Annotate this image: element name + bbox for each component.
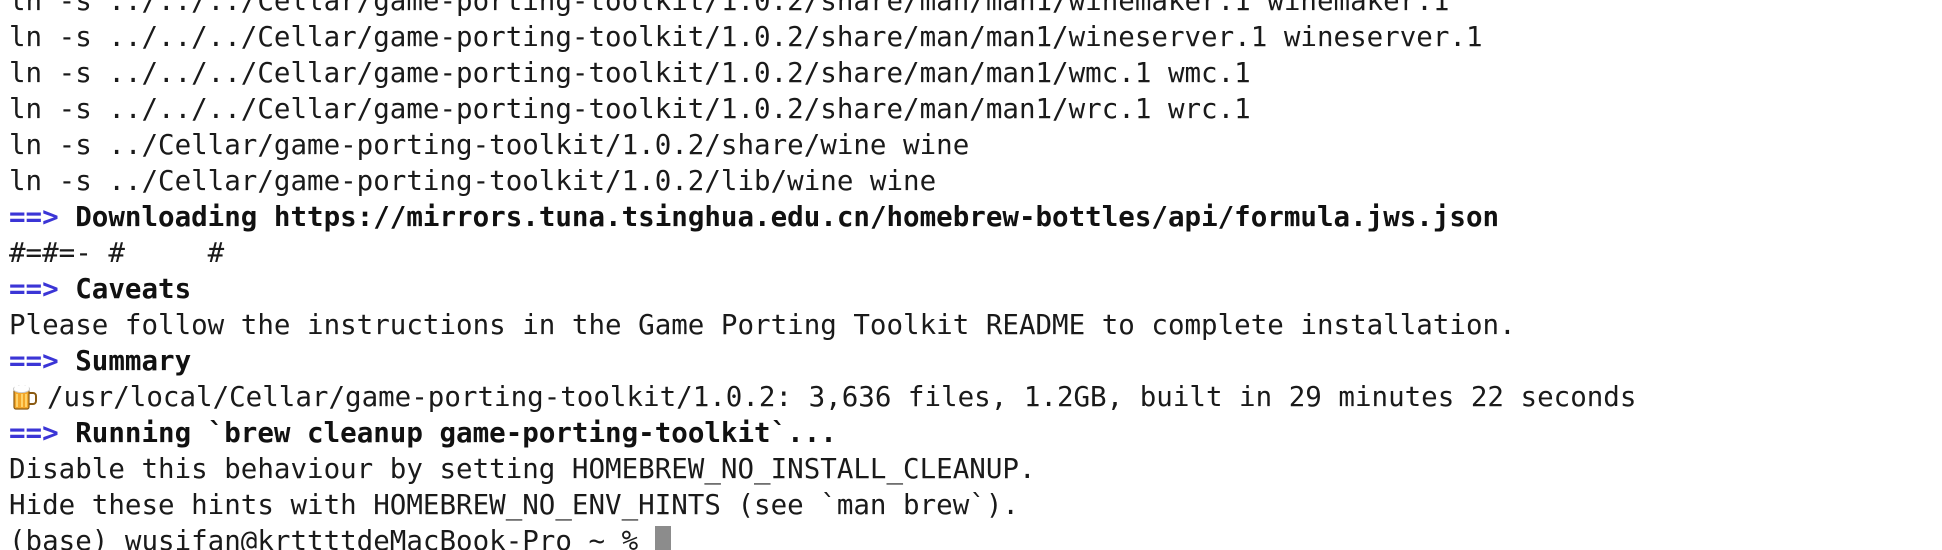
terminal-line-symlink-wrc: ln -s ../../../Cellar/game-porting-toolk… — [9, 93, 1251, 125]
summary-heading: Summary — [75, 345, 192, 377]
terminal-line-caveats-text: Please follow the instructions in the Ga… — [9, 309, 1516, 341]
terminal-line-summary-text: /usr/local/Cellar/game-porting-toolkit/1… — [9, 379, 1939, 415]
downloading-message: Downloading https://mirrors.tuna.tsinghu… — [75, 201, 1500, 233]
caveats-heading: Caveats — [75, 273, 192, 305]
terminal-line-symlink-lib-wine: ln -s ../Cellar/game-porting-toolkit/1.0… — [9, 165, 937, 197]
summary-message: /usr/local/Cellar/game-porting-toolkit/1… — [47, 381, 1637, 413]
arrow-marker: ==> — [9, 201, 59, 233]
terminal-line-symlink-wmc: ln -s ../../../Cellar/game-porting-toolk… — [9, 57, 1251, 89]
terminal-output: ln -s ../../../Cellar/game-porting-toolk… — [9, 0, 1939, 550]
shell-prompt: (base) wusifan@krttttdeMacBook-Pro ~ % — [9, 525, 655, 550]
terminal-line-cleanup-hint: Disable this behaviour by setting HOMEBR… — [9, 453, 1036, 485]
terminal-line-downloading: ==> Downloading https://mirrors.tuna.tsi… — [9, 199, 1939, 235]
arrow-marker: ==> — [9, 273, 59, 305]
beer-mug-icon — [9, 382, 39, 412]
terminal-prompt-line[interactable]: (base) wusifan@krttttdeMacBook-Pro ~ % — [9, 523, 1939, 550]
terminal-line-symlink-share-wine: ln -s ../Cellar/game-porting-toolkit/1.0… — [9, 129, 970, 161]
terminal-line-cleanup-header: ==> Running `brew cleanup game-porting-t… — [9, 415, 1939, 451]
terminal-line-symlink-wineserver: ln -s ../../../Cellar/game-porting-toolk… — [9, 21, 1483, 53]
terminal-line-progress: #=#=- # # — [9, 237, 225, 269]
cleanup-heading: Running `brew cleanup game-porting-toolk… — [75, 417, 837, 449]
arrow-marker: ==> — [9, 417, 59, 449]
terminal-line-env-hint: Hide these hints with HOMEBREW_NO_ENV_HI… — [9, 489, 1019, 521]
terminal-line-partial: ln -s ../../../Cellar/game-porting-toolk… — [9, 0, 1450, 17]
terminal-window[interactable]: ln -s ../../../Cellar/game-porting-toolk… — [0, 0, 1942, 550]
terminal-line-caveats-header: ==> Caveats — [9, 271, 1939, 307]
terminal-line-summary-header: ==> Summary — [9, 343, 1939, 379]
text-cursor[interactable] — [654, 526, 671, 550]
arrow-marker: ==> — [9, 345, 59, 377]
